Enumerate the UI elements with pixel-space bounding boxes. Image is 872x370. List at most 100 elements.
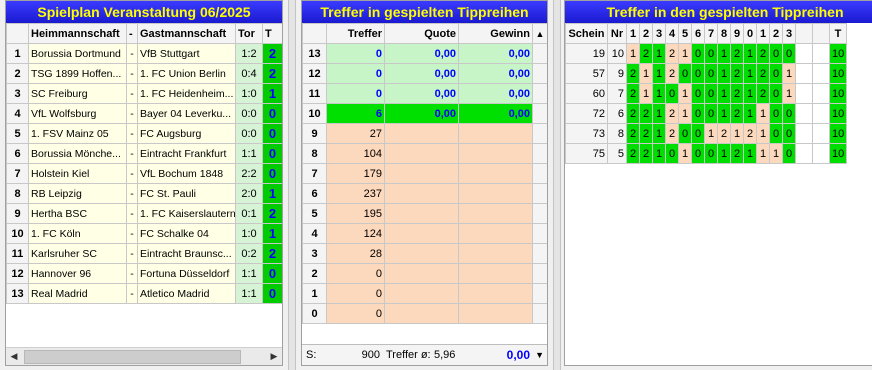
home-team[interactable]: TSG 1899 Hoffen... <box>28 63 127 84</box>
tip-cell[interactable]: 0 <box>262 283 282 304</box>
home-team[interactable]: VfL Wolfsburg <box>28 103 127 124</box>
scroll-track[interactable] <box>532 123 547 144</box>
panel-splitter[interactable] <box>288 0 296 370</box>
score-cell[interactable]: 2:0 <box>235 183 263 204</box>
header-gewinn[interactable]: Gewinn <box>458 23 533 44</box>
away-team[interactable]: VfB Stuttgart <box>137 43 236 64</box>
home-team[interactable]: SC Freiburg <box>28 83 127 104</box>
column-header[interactable]: 9 <box>730 23 744 44</box>
column-header[interactable]: 0 <box>743 23 757 44</box>
away-team[interactable]: Atletico Madrid <box>137 283 236 304</box>
table-row[interactable]: 60 7 2 1 1 0 1 0 0 1 2 1 2 0 1 10 <box>565 83 847 104</box>
header-tor[interactable]: Tor <box>235 23 263 44</box>
home-team[interactable]: Hertha BSC <box>28 203 127 224</box>
table-row[interactable]: 6 Borussia Mönche... - Eintracht Frankfurt 1… <box>6 143 282 164</box>
scroll-track[interactable] <box>532 103 547 124</box>
score-cell[interactable]: 0:0 <box>235 123 263 144</box>
column-header[interactable]: 3 <box>652 23 666 44</box>
away-team[interactable]: Fortuna Düsseldorf <box>137 263 236 284</box>
table-row[interactable]: 1 Borussia Dortmund - VfB Stuttgart 1:2 2 <box>6 43 282 64</box>
table-row[interactable]: 7 Holstein Kiel - VfL Bochum 1848 2:2 0 <box>6 163 282 184</box>
scroll-up-icon[interactable]: ▲ <box>532 23 547 44</box>
away-team[interactable]: FC St. Pauli <box>137 183 236 204</box>
column-header[interactable]: 7 <box>704 23 718 44</box>
home-team[interactable]: Hannover 96 <box>28 263 127 284</box>
table-row[interactable]: 00 <box>302 303 547 324</box>
away-team[interactable]: Bayer 04 Leverku... <box>137 103 236 124</box>
scroll-track[interactable] <box>532 243 547 264</box>
score-cell[interactable]: 1:1 <box>235 143 263 164</box>
column-header[interactable]: 6 <box>691 23 705 44</box>
scroll-track[interactable] <box>532 203 547 224</box>
away-team[interactable]: 1. FC Union Berlin <box>137 63 236 84</box>
away-team[interactable]: VfL Bochum 1848 <box>137 163 236 184</box>
table-row[interactable]: 13 Real Madrid - Atletico Madrid 1:1 0 <box>6 283 282 304</box>
scroll-down-icon[interactable]: ▼ <box>535 345 544 365</box>
table-row[interactable]: 72 6 2 2 1 2 1 0 0 1 2 1 1 0 0 10 <box>565 103 847 124</box>
score-cell[interactable]: 0:2 <box>235 243 263 264</box>
tip-cell[interactable]: 2 <box>262 43 282 64</box>
scroll-track[interactable] <box>532 223 547 244</box>
table-row[interactable]: 8 RB Leipzig - FC St. Pauli 2:0 1 <box>6 183 282 204</box>
score-cell[interactable]: 1:1 <box>235 283 263 304</box>
home-team[interactable]: Borussia Dortmund <box>28 43 127 64</box>
panel-splitter[interactable] <box>553 0 561 370</box>
column-header[interactable]: 2 <box>769 23 783 44</box>
scroll-thumb[interactable] <box>24 350 241 364</box>
tip-cell[interactable]: 2 <box>262 243 282 264</box>
scroll-track[interactable] <box>532 183 547 204</box>
column-header[interactable] <box>812 23 830 44</box>
scroll-track[interactable] <box>532 83 547 104</box>
table-row[interactable]: 12 Hannover 96- Fortuna Düsseldorf 1:1 0 <box>6 263 282 284</box>
column-header[interactable] <box>795 23 813 44</box>
header-treffer[interactable]: Treffer <box>326 23 385 44</box>
tip-cell[interactable]: 1 <box>262 83 282 104</box>
home-team[interactable]: 1. FSV Mainz 05 <box>28 123 127 144</box>
table-row[interactable]: 9 Hertha BSC -1. FC Kaiserslautern 0:1 2 <box>6 203 282 224</box>
table-row[interactable]: 2 TSG 1899 Hoffen... -1. FC Union Berlin 0:… <box>6 63 282 84</box>
score-cell[interactable]: 1:2 <box>235 43 263 64</box>
column-header[interactable]: T <box>829 23 847 44</box>
home-team[interactable]: Real Madrid <box>28 283 127 304</box>
scroll-track[interactable] <box>532 283 547 304</box>
table-row[interactable]: 10 6 0,00 0,00 <box>302 103 547 124</box>
table-row[interactable]: 4 VfL Wolfsburg - Bayer 04 Leverku... 0:0 0 <box>6 103 282 124</box>
table-row[interactable]: 5 1. FSV Mainz 05- FC Augsburg 0:0 0 <box>6 123 282 144</box>
table-row[interactable]: 13 0 0,00 0,00 <box>302 43 547 64</box>
column-header[interactable]: 3 <box>782 23 796 44</box>
tip-cell[interactable]: 0 <box>262 123 282 144</box>
score-cell[interactable]: 1:1 <box>235 263 263 284</box>
column-header[interactable]: 1 <box>626 23 640 44</box>
column-header[interactable]: Nr <box>607 23 627 44</box>
table-row[interactable]: 12 0 0,00 0,00 <box>302 63 547 84</box>
tip-cell[interactable]: 2 <box>262 63 282 84</box>
away-team[interactable]: Eintracht Braunsc... <box>137 243 236 264</box>
tip-cell[interactable]: 2 <box>262 203 282 224</box>
home-team[interactable]: Borussia Mönche... <box>28 143 127 164</box>
table-row[interactable]: 3 28 <box>302 243 547 264</box>
score-cell[interactable]: 2:2 <box>235 163 263 184</box>
header-away[interactable]: Gastmannschaft <box>137 23 236 44</box>
scroll-track[interactable] <box>532 143 547 164</box>
away-team[interactable]: Eintracht Frankfurt <box>137 143 236 164</box>
tip-cell[interactable]: 1 <box>262 223 282 244</box>
table-row[interactable]: 19 10 1 2 1 2 1 0 0 1 2 1 2 0 0 10 <box>565 43 847 64</box>
away-team[interactable]: 1. FC Kaiserslautern <box>137 203 236 224</box>
score-cell[interactable]: 1:0 <box>235 223 263 244</box>
score-cell[interactable]: 1:0 <box>235 83 263 104</box>
scroll-track[interactable] <box>532 163 547 184</box>
table-row[interactable]: 10 1. FC Köln - FC Schalke 04 1:0 1 <box>6 223 282 244</box>
table-row[interactable]: 9 27 <box>302 123 547 144</box>
tip-cell[interactable]: 0 <box>262 263 282 284</box>
column-header[interactable]: 8 <box>717 23 731 44</box>
table-row[interactable]: 75 5 2 2 1 0 1 0 0 1 2 1 1 1 0 10 <box>565 143 847 164</box>
column-header[interactable]: 4 <box>665 23 679 44</box>
scroll-track[interactable] <box>532 43 547 64</box>
scroll-track[interactable] <box>532 263 547 284</box>
scroll-track[interactable] <box>532 63 547 84</box>
table-row[interactable]: 20 <box>302 263 547 284</box>
table-row[interactable]: 10 <box>302 283 547 304</box>
table-row[interactable]: 3 SC Freiburg -1. FC Heidenheim... 1:0 1 <box>6 83 282 104</box>
column-header[interactable]: 1 <box>756 23 770 44</box>
home-team[interactable]: Holstein Kiel <box>28 163 127 184</box>
